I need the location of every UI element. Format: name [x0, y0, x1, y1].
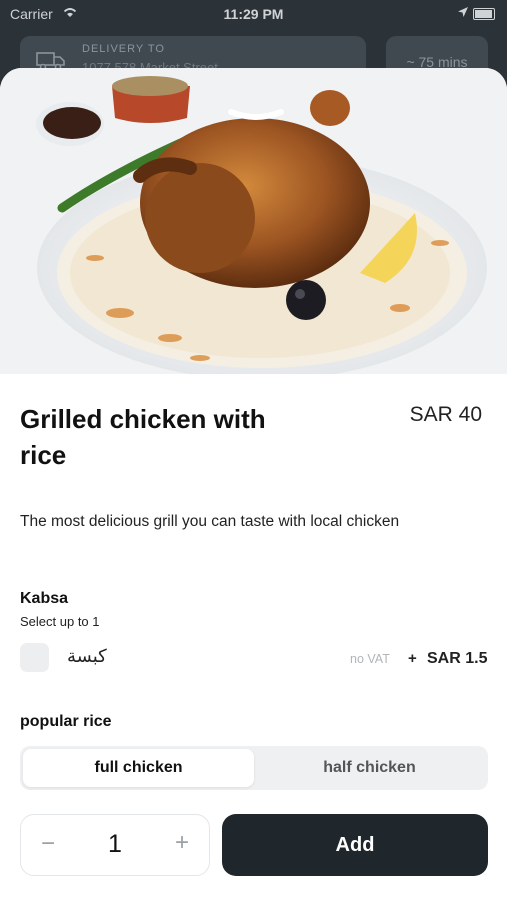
product-sheet: Grilled chicken with rice SAR 40 The mos…	[0, 68, 507, 900]
option-group-title: Kabsa	[20, 590, 69, 607]
quantity-stepper: − 1 +	[20, 814, 210, 876]
option-price: SAR 1.5	[427, 650, 488, 667]
location-arrow-icon	[457, 5, 469, 21]
option-vat-note: no VAT	[350, 652, 390, 666]
segment-full-chicken[interactable]: full chicken	[23, 749, 254, 787]
battery-icon	[473, 8, 495, 20]
option-group-subtitle: Select up to 1	[20, 614, 100, 629]
status-time: 11:29 PM	[223, 6, 284, 22]
portion-segmented-control: full chicken half chicken	[20, 746, 488, 790]
rice-group-title: popular rice	[20, 713, 112, 730]
product-title: Grilled chicken with rice	[20, 404, 266, 470]
add-to-cart-button[interactable]: Add	[222, 814, 488, 876]
option-name[interactable]: كبسة	[67, 646, 107, 667]
chevron-down-icon[interactable]	[227, 108, 285, 124]
option-price-prefix: +	[408, 650, 417, 667]
status-bar: Carrier 11:29 PM	[0, 0, 507, 30]
delivery-to-label: DELIVERY TO	[82, 43, 165, 55]
increment-button[interactable]: +	[175, 829, 189, 857]
product-price: SAR 40	[409, 403, 482, 426]
segment-half-chicken[interactable]: half chicken	[254, 749, 485, 787]
product-description: The most delicious grill you can taste w…	[20, 513, 400, 530]
option-checkbox[interactable]	[20, 643, 49, 672]
